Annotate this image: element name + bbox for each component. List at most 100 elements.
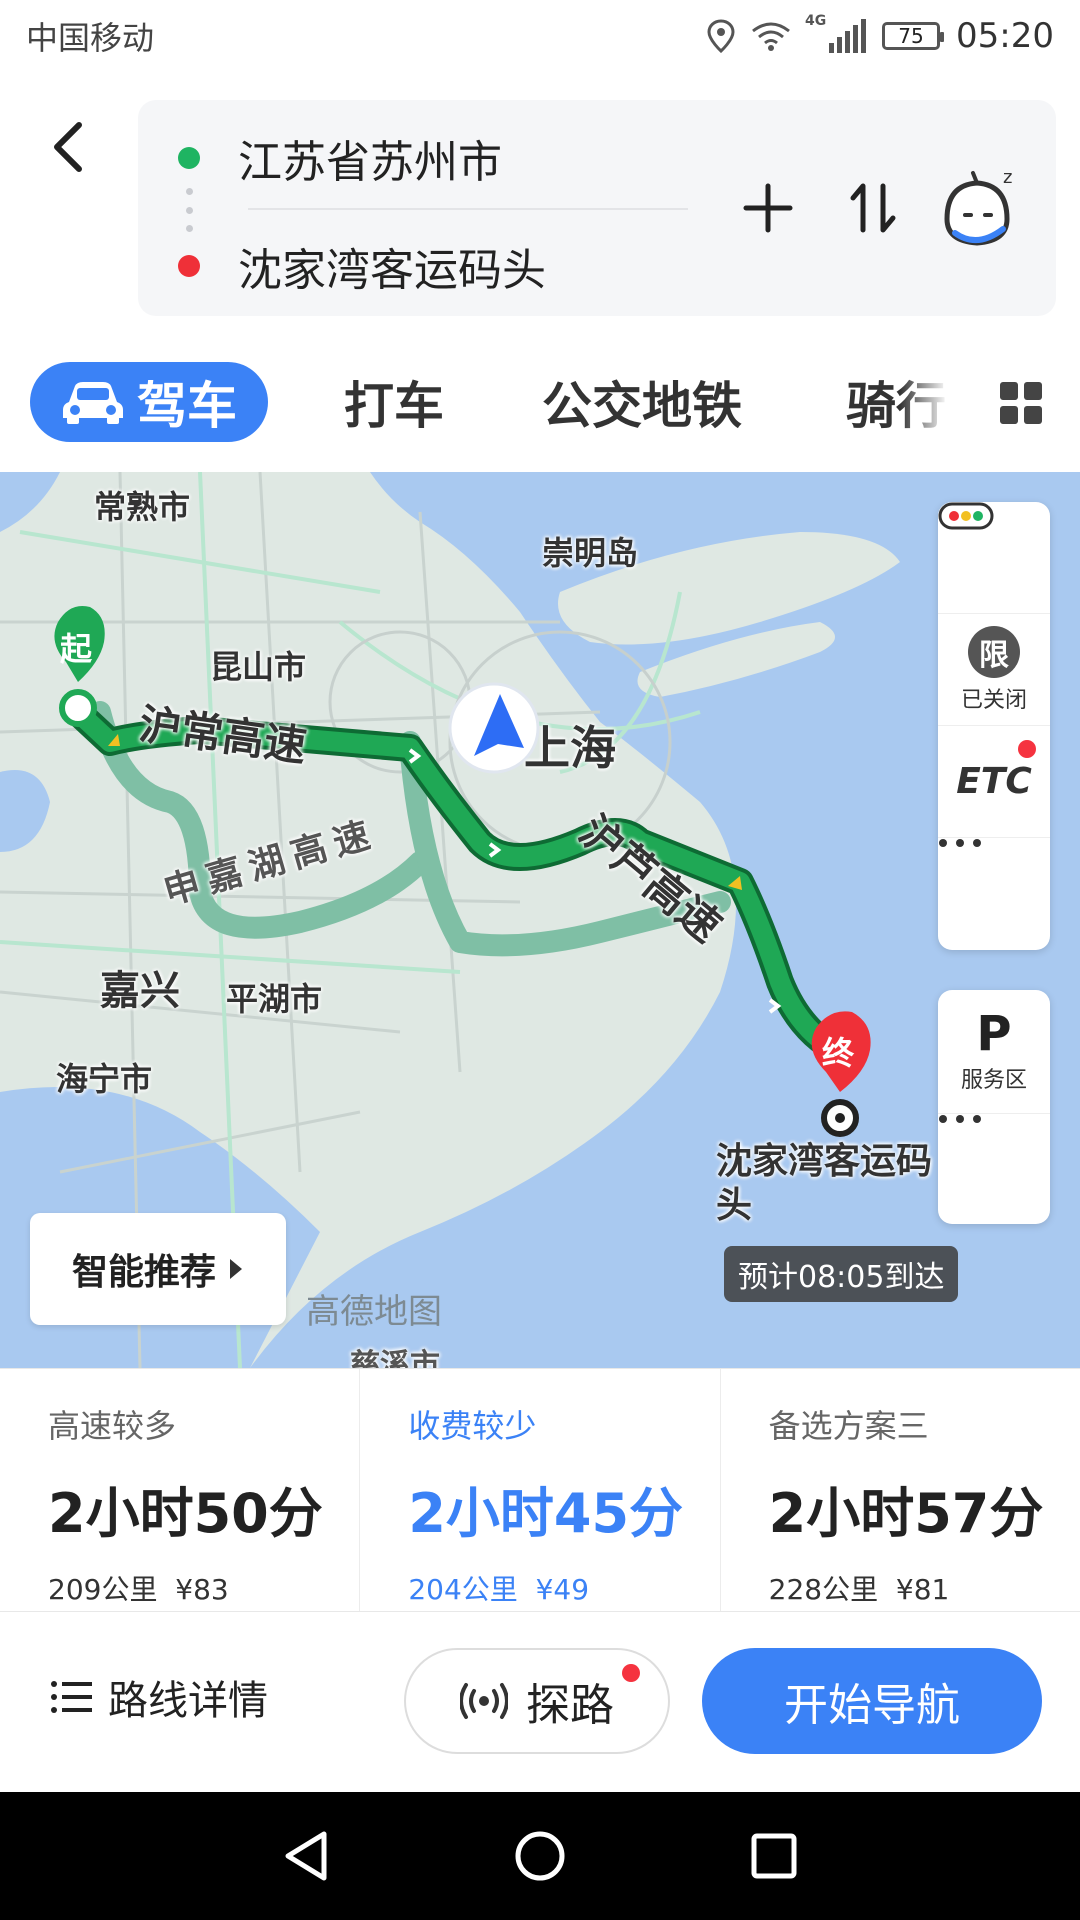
battery-icon: 75: [882, 22, 945, 50]
route-option-fee: ¥83: [175, 1573, 229, 1606]
route-option-fee: ¥81: [895, 1573, 950, 1606]
start-navigation-label: 开始导航: [784, 1680, 960, 1731]
swap-icon: [850, 183, 896, 233]
assistant-avatar-button[interactable]: z: [928, 160, 1028, 256]
destination-row[interactable]: 沈家湾客运码头: [138, 216, 546, 316]
route-option-distance: 228公里: [768, 1573, 879, 1606]
system-nav-bar: [0, 1792, 1080, 1920]
destination-field[interactable]: 沈家湾客运码头: [238, 234, 546, 298]
route-option-time: 2小时45分: [408, 1482, 684, 1545]
assistant-face-icon: z: [944, 167, 1012, 246]
map-watermark: 高德地图: [306, 1292, 442, 1332]
route-option-meta: 209公里 ¥83: [48, 1568, 359, 1608]
route-option-time: 2小时50分: [48, 1482, 323, 1545]
map-label-pinghu: 平湖市: [226, 980, 323, 1018]
add-waypoint-button[interactable]: [728, 176, 808, 240]
svg-text:z: z: [1003, 167, 1012, 188]
tab-taxi[interactable]: 打车: [344, 362, 444, 442]
caret-right-icon: [230, 1259, 242, 1279]
start-navigation-button[interactable]: 开始导航: [702, 1648, 1042, 1754]
more-dots-icon: [939, 1115, 981, 1123]
status-time: 05:20: [956, 16, 1054, 56]
swap-route-button[interactable]: [838, 176, 908, 240]
restriction-label: 已关闭: [960, 687, 1027, 713]
route-option-1[interactable]: 高速较多 2小时50分 209公里 ¥83: [0, 1369, 361, 1611]
action-bar: 路线详情 探路 开始导航: [0, 1612, 1080, 1792]
route-detail-button[interactable]: 路线详情: [50, 1668, 268, 1726]
map-label-chongming: 崇明岛: [542, 534, 639, 572]
map-label-destination: 沈家湾客运码头: [716, 1141, 933, 1226]
parking-icon-text: P: [976, 1005, 1012, 1062]
end-marker-label: 终: [822, 1034, 855, 1072]
map-label-shanghai: 上海: [524, 721, 616, 775]
grid-icon: [1000, 382, 1042, 424]
restriction-toggle[interactable]: 限 已关闭: [938, 614, 1050, 726]
etc-icon: ETC: [956, 761, 1032, 802]
route-option-title: 备选方案三: [768, 1407, 929, 1445]
probe-button[interactable]: 探路: [404, 1648, 670, 1754]
eta-badge: 预计08:05到达: [724, 1246, 959, 1302]
car-icon: [63, 382, 123, 424]
route-option-meta: 204公里 ¥49: [408, 1568, 719, 1608]
route-option-meta: 228公里 ¥81: [769, 1568, 1080, 1608]
traffic-light-icon: [938, 502, 994, 530]
eta-text: 预计08:05到达: [738, 1260, 945, 1295]
route-option-title: 高速较多: [48, 1407, 177, 1445]
restriction-icon-text: 限: [979, 637, 1009, 673]
route-option-3[interactable]: 备选方案三 2小时57分 228公里 ¥81: [721, 1369, 1080, 1611]
etc-badge-dot: [1018, 740, 1036, 758]
probe-label: 探路: [526, 1680, 614, 1731]
route-option-2[interactable]: 收费较少 2小时45分 204公里 ¥49: [360, 1369, 721, 1611]
app-screen: 中国移动 4G 75 05:20 江苏省苏州市 沈家湾客运码头 z 驾车 打车 …: [0, 0, 1080, 1920]
tab-transit[interactable]: 公交地铁: [542, 362, 742, 442]
route-option-distance: 209公里: [48, 1573, 158, 1606]
map-label-kunshan: 昆山市: [210, 648, 307, 686]
chevron-left-icon: [54, 122, 82, 172]
wifi-icon: [752, 22, 790, 51]
smart-recommend-label: 智能推荐: [71, 1252, 216, 1293]
map-tools-more-button[interactable]: [938, 838, 1050, 950]
broadcast-icon: [460, 1683, 508, 1719]
route-option-distance: 204公里: [408, 1573, 518, 1606]
smart-recommend-button[interactable]: 智能推荐: [30, 1213, 286, 1325]
tab-transit-label: 公交地铁: [542, 377, 742, 435]
battery-level: 75: [898, 24, 924, 48]
location-icon: [707, 19, 735, 53]
service-area-toggle[interactable]: P 服务区: [938, 990, 1050, 1114]
destination-dot-icon: [178, 255, 200, 277]
nav-back-icon[interactable]: [282, 1830, 330, 1882]
status-icons: 4G 75 05:20: [707, 13, 1054, 56]
list-icon: [51, 1681, 92, 1713]
restriction-icon: 限: [968, 625, 1020, 678]
tab-drive[interactable]: 驾车: [30, 362, 268, 442]
route-detail-label: 路线详情: [108, 1678, 268, 1724]
carrier-label: 中国移动: [26, 19, 155, 57]
parking-icon: P: [976, 1010, 1011, 1058]
back-button[interactable]: [38, 112, 98, 182]
map-label-changshu: 常熟市: [94, 488, 191, 526]
signal-icon: 4G: [805, 13, 867, 53]
origin-field[interactable]: 江苏省苏州市: [238, 126, 502, 190]
route-options: 高速较多 2小时50分 209公里 ¥83 收费较少 2小时45分 204公里 …: [0, 1368, 1080, 1612]
map-label-partial: 慈溪市: [350, 1348, 440, 1368]
route-input-card: 江苏省苏州市 沈家湾客运码头 z: [138, 100, 1056, 316]
origin-dot-icon: [178, 147, 200, 169]
route-option-time: 2小时57分: [768, 1482, 1044, 1545]
route-divider: [248, 208, 688, 210]
etc-toggle[interactable]: ETC: [938, 726, 1050, 838]
more-modes-button[interactable]: [998, 380, 1044, 426]
service-more-button[interactable]: [938, 1114, 1050, 1224]
tab-taxi-label: 打车: [344, 377, 444, 435]
status-bar: 中国移动 4G 75 05:20: [0, 0, 1080, 72]
nav-recents-icon[interactable]: [750, 1832, 798, 1880]
tab-drive-label: 驾车: [137, 377, 237, 435]
plus-icon: [743, 183, 793, 233]
probe-badge-dot: [622, 1664, 640, 1682]
more-dots-icon: [939, 839, 981, 847]
start-marker-label: 起: [60, 630, 93, 668]
nav-home-icon[interactable]: [514, 1830, 566, 1882]
map-label-haining: 海宁市: [56, 1060, 153, 1098]
origin-row[interactable]: 江苏省苏州市: [138, 108, 502, 208]
map-tools-panel: 限 已关闭 ETC: [938, 502, 1050, 950]
traffic-toggle[interactable]: [938, 502, 1050, 614]
